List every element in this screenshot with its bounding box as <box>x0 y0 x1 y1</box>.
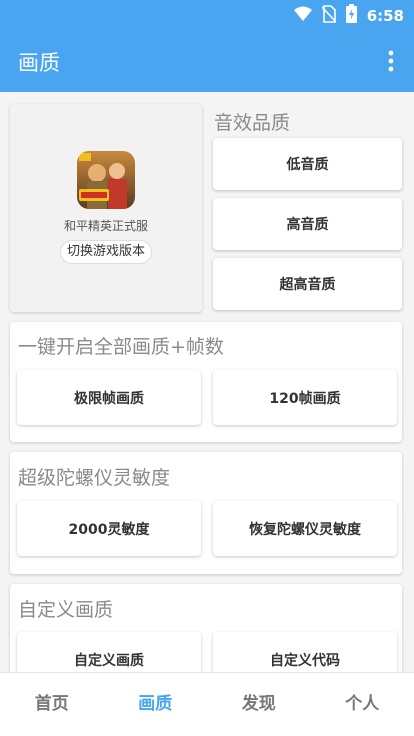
battery-charging-icon <box>345 4 357 27</box>
one-key-section-title: 一键开启全部画质+帧数 <box>18 336 224 358</box>
main-content[interactable]: 和平精英正式服 切换游戏版本 音效品质 低音质 高音质 超高音质 一键开启全部画… <box>0 92 414 672</box>
gyro-section-title: 超级陀螺仪灵敏度 <box>18 467 171 489</box>
switch-version-button[interactable]: 切换游戏版本 <box>60 240 152 264</box>
custom-section-title: 自定义画质 <box>18 599 114 621</box>
frame-120-button[interactable]: 120帧画质 <box>213 370 397 425</box>
clock: 6:58 <box>366 6 404 25</box>
tab-discover[interactable]: 发现 <box>207 673 311 736</box>
extreme-frame-button[interactable]: 极限帧画质 <box>17 370 201 425</box>
page-title: 画质 <box>18 51 60 75</box>
custom-quality-button[interactable]: 自定义画质 <box>17 632 201 672</box>
game-card: 和平精英正式服 切换游戏版本 <box>10 104 202 312</box>
low-audio-button[interactable]: 低音质 <box>213 138 402 190</box>
restore-gyro-button[interactable]: 恢复陀螺仪灵敏度 <box>213 501 397 556</box>
wifi-icon <box>293 6 312 26</box>
tab-home[interactable]: 首页 <box>0 673 104 736</box>
game-app-icon <box>77 151 135 209</box>
app-bar: 画质 <box>0 30 414 92</box>
ultra-audio-button[interactable]: 超高音质 <box>213 258 402 310</box>
custom-code-button[interactable]: 自定义代码 <box>213 632 397 672</box>
status-bar: 6:58 <box>0 0 414 30</box>
sensitivity-2000-button[interactable]: 2000灵敏度 <box>17 501 201 556</box>
no-sim-icon <box>321 4 337 27</box>
game-name: 和平精英正式服 <box>63 219 148 233</box>
bottom-tab-bar: 首页 画质 发现 个人 <box>0 672 414 736</box>
audio-section-title: 音效品质 <box>214 112 291 134</box>
tab-quality[interactable]: 画质 <box>104 673 208 736</box>
more-vert-icon[interactable] <box>388 50 394 72</box>
tab-profile[interactable]: 个人 <box>311 673 414 736</box>
high-audio-button[interactable]: 高音质 <box>213 198 402 250</box>
